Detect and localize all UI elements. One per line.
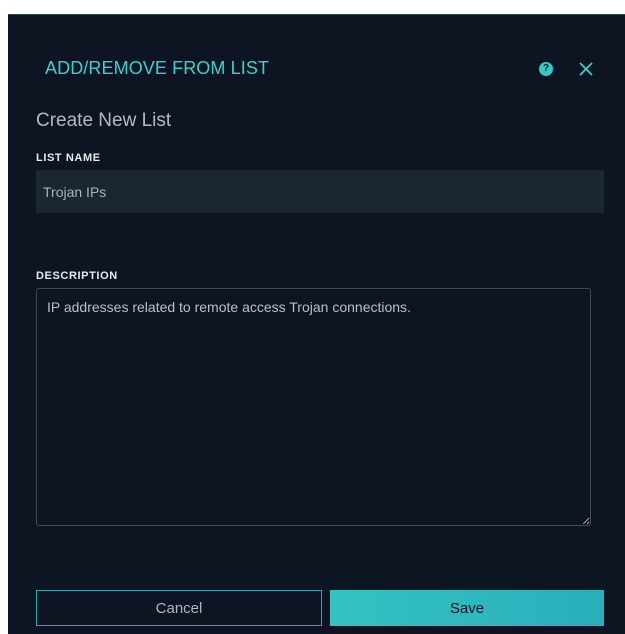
section-heading: Create New List <box>36 110 172 131</box>
description-textarea[interactable]: IP addresses related to remote access Tr… <box>36 288 591 526</box>
dialog-title: ADD/REMOVE FROM LIST <box>45 58 270 78</box>
screen: ADD/REMOVE FROM LIST ? Create New List L… <box>0 0 625 634</box>
add-remove-list-dialog: ADD/REMOVE FROM LIST ? Create New List L… <box>8 14 625 634</box>
help-icon[interactable]: ? <box>539 62 553 76</box>
cancel-button[interactable]: Cancel <box>36 590 322 626</box>
list-name-input[interactable] <box>36 170 604 213</box>
list-name-label: LIST NAME <box>36 152 101 164</box>
save-button[interactable]: Save <box>330 590 604 626</box>
close-icon[interactable] <box>578 61 594 77</box>
description-label: DESCRIPTION <box>36 270 118 282</box>
